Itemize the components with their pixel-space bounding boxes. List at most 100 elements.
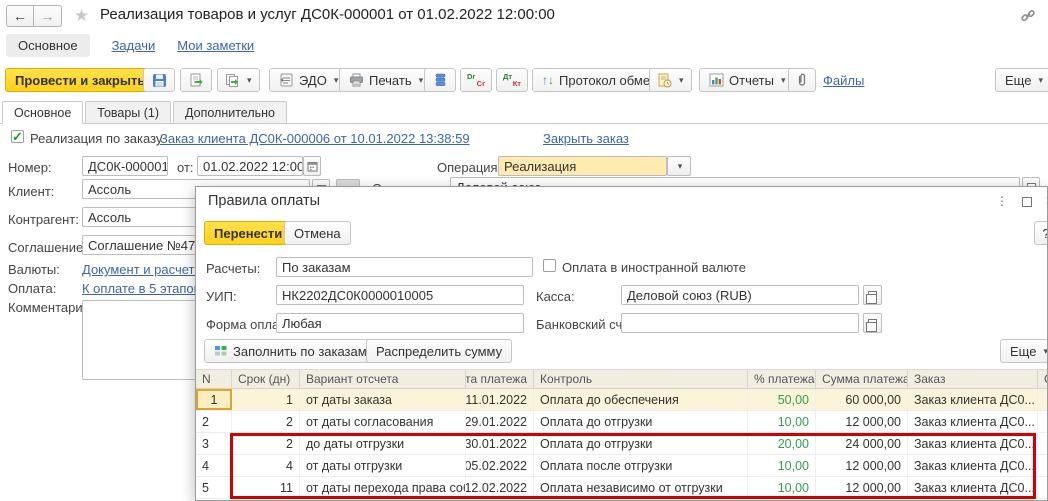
dropdown-arrow-icon: ▾ bbox=[678, 161, 683, 172]
date-field[interactable]: 01.02.2022 12:00:00 bbox=[197, 156, 303, 176]
foreign-currency-label: Оплата в иностранной валюте bbox=[562, 260, 746, 275]
report-chart-icon bbox=[709, 73, 724, 87]
cashbox-field[interactable]: Деловой союз (RUB) bbox=[621, 285, 859, 305]
uip-field[interactable]: НК2202ДС0К0000010005 bbox=[276, 285, 524, 305]
cashbox-lookup-button[interactable] bbox=[863, 285, 882, 305]
column-header-percent[interactable]: % платежа bbox=[748, 370, 816, 388]
forward-button[interactable]: → bbox=[34, 5, 62, 27]
table-row[interactable]: 5 11 от даты перехода права собст... 12.… bbox=[196, 477, 1048, 499]
fill-by-orders-button[interactable]: Заполнить по заказам bbox=[204, 339, 377, 363]
settlements-label: Расчеты: bbox=[206, 261, 260, 276]
table-row[interactable]: 3 2 до даты отгрузки 30.01.2022 Оплата д… bbox=[196, 433, 1048, 455]
files-link[interactable]: Файлы bbox=[823, 73, 864, 88]
edo-button[interactable]: ЭДО ▾ bbox=[269, 68, 348, 92]
scheduled-tasks-button[interactable]: ▾ bbox=[649, 68, 692, 92]
dt-kt-icon: ДтКт bbox=[503, 72, 521, 88]
calendar-button[interactable] bbox=[303, 156, 321, 176]
post-and-close-button[interactable]: Провести и закрыть bbox=[5, 68, 155, 92]
cell-control: Оплата до отгрузки bbox=[534, 411, 748, 432]
tab-goods[interactable]: Товары (1) bbox=[85, 101, 171, 124]
dialog-menu-icon[interactable]: ⋮ bbox=[996, 194, 1008, 208]
copy-document-icon bbox=[225, 73, 240, 88]
dialog-title: Правила оплаты bbox=[208, 193, 320, 209]
dr-cr-button[interactable]: DrCr bbox=[460, 68, 492, 92]
nav-tab-tasks[interactable]: Задачи bbox=[112, 38, 156, 53]
post-document-button[interactable] bbox=[180, 68, 212, 92]
customer-order-link[interactable]: Заказ клиента ДС0К-000006 от 10.01.2022 … bbox=[160, 131, 470, 146]
nav-tab-main[interactable]: Основное bbox=[6, 34, 90, 57]
cell-n: 5 bbox=[196, 477, 232, 498]
cancel-button[interactable]: Отмена bbox=[284, 221, 351, 245]
operation-field[interactable]: Реализация bbox=[498, 156, 667, 176]
cell-date: 05.02.2022 bbox=[466, 455, 534, 476]
create-based-on-button[interactable]: ▾ bbox=[217, 68, 260, 92]
cell-percent: 10,00 bbox=[748, 477, 816, 498]
bank-account-lookup-button[interactable] bbox=[863, 313, 882, 333]
cell-percent: 50,00 bbox=[748, 389, 816, 410]
print-button[interactable]: Печать ▾ bbox=[339, 68, 433, 92]
help-button[interactable]: ? bbox=[1034, 221, 1048, 245]
cell-days: 4 bbox=[232, 455, 300, 476]
column-header-days[interactable]: Срок (дн) bbox=[232, 370, 300, 388]
attachments-button[interactable] bbox=[788, 68, 816, 92]
payment-stages-link[interactable]: К оплате в 5 этапов bbox=[82, 281, 201, 296]
number-field[interactable]: ДС0К-000001 bbox=[82, 156, 168, 176]
cell-percent: 10,00 bbox=[748, 455, 816, 476]
register-records-button[interactable] bbox=[424, 68, 456, 92]
cell-variant: от даты отгрузки bbox=[300, 455, 466, 476]
dialog-more-button[interactable]: Еще ▾ bbox=[1000, 339, 1048, 363]
toolbar-more-button[interactable]: Еще ▾ bbox=[995, 68, 1048, 92]
bank-account-field[interactable] bbox=[621, 313, 859, 333]
cell-amount: 12 000,00 bbox=[816, 477, 908, 498]
dropdown-arrow-icon: ▾ bbox=[1038, 75, 1043, 86]
currencies-label: Валюты: bbox=[8, 262, 60, 277]
fill-icon bbox=[214, 345, 228, 357]
payment-schedule-table: N Срок (дн) Вариант отсчета Дата платежа… bbox=[196, 369, 1048, 499]
currencies-link[interactable]: Документ и расчеты: bbox=[82, 262, 207, 277]
tab-main[interactable]: Основное bbox=[2, 101, 83, 124]
dropdown-arrow-icon: ▾ bbox=[781, 75, 786, 86]
payment-form-field[interactable]: Любая bbox=[276, 313, 524, 333]
back-arrow-icon: ← bbox=[13, 8, 27, 24]
form-tabs: Основное Товары (1) Дополнительно bbox=[2, 101, 289, 124]
maximize-icon[interactable] bbox=[1022, 197, 1032, 207]
cell-control: Оплата до обеспечения bbox=[534, 389, 748, 410]
cell-date: 12.02.2022 bbox=[466, 477, 534, 498]
column-header-n[interactable]: N bbox=[196, 370, 232, 388]
operation-dropdown-button[interactable]: ▾ bbox=[667, 156, 691, 176]
column-header-date[interactable]: Дата платежа bbox=[466, 370, 534, 388]
transfer-button[interactable]: Перенести bbox=[204, 221, 292, 245]
by-order-checkbox[interactable]: ✓ bbox=[11, 130, 24, 143]
column-header-extra[interactable]: С bbox=[1038, 370, 1048, 388]
cell-amount: 24 000,00 bbox=[816, 433, 908, 454]
favorite-star-icon[interactable]: ★ bbox=[74, 6, 89, 26]
cell-control: Оплата независимо от отгрузки bbox=[534, 477, 748, 498]
column-header-order[interactable]: Заказ bbox=[908, 370, 1038, 388]
fill-by-orders-label: Заполнить по заказам bbox=[233, 344, 367, 359]
dr-cr-icon: DrCr bbox=[467, 72, 485, 88]
calendar-icon bbox=[307, 161, 318, 172]
edo-label: ЭДО bbox=[299, 73, 327, 88]
save-button[interactable] bbox=[143, 68, 175, 92]
edo-icon bbox=[279, 73, 294, 87]
column-header-variant[interactable]: Вариант отсчета bbox=[300, 370, 466, 388]
cell-order: Заказ клиента ДС0... bbox=[908, 455, 1038, 476]
back-button[interactable]: ← bbox=[6, 5, 34, 27]
table-row[interactable]: 1 1 от даты заказа 11.01.2022 Оплата до … bbox=[196, 389, 1048, 411]
table-row[interactable]: 2 2 от даты согласования 29.01.2022 Опла… bbox=[196, 411, 1048, 433]
table-row[interactable]: 4 4 от даты отгрузки 05.02.2022 Оплата п… bbox=[196, 455, 1048, 477]
cell-extra bbox=[1038, 411, 1048, 432]
check-icon: ✓ bbox=[12, 129, 23, 145]
settlements-field[interactable]: По заказам bbox=[276, 257, 533, 277]
permalink-icon[interactable] bbox=[1020, 8, 1036, 24]
column-header-control[interactable]: Контроль bbox=[534, 370, 748, 388]
nav-tab-notes[interactable]: Мои заметки bbox=[177, 38, 254, 53]
reports-button[interactable]: Отчеты ▾ bbox=[699, 68, 795, 92]
tab-additional[interactable]: Дополнительно bbox=[173, 101, 287, 124]
cell-extra bbox=[1038, 433, 1048, 454]
close-order-link[interactable]: Закрыть заказ bbox=[543, 131, 629, 146]
dt-kt-button[interactable]: ДтКт bbox=[496, 68, 528, 92]
distribute-amount-button[interactable]: Распределить сумму bbox=[366, 339, 512, 363]
foreign-currency-checkbox[interactable] bbox=[543, 259, 556, 272]
column-header-amount[interactable]: Сумма платежа bbox=[816, 370, 908, 388]
